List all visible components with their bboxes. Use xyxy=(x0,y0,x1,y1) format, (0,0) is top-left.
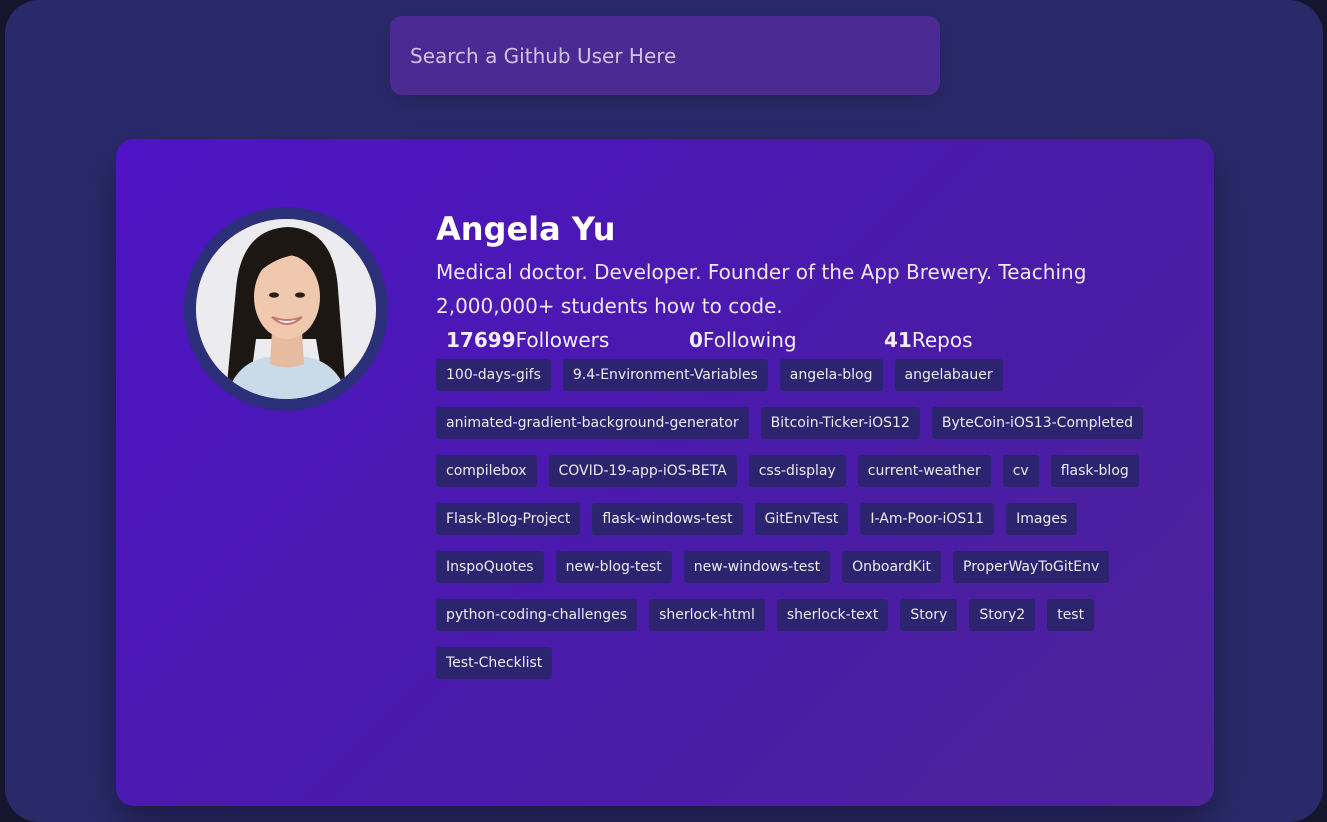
following-stat: 0 Following xyxy=(689,328,884,352)
repos-count: 41 xyxy=(884,328,912,352)
repo-tag[interactable]: cv xyxy=(1002,455,1039,487)
avatar-image xyxy=(196,219,376,399)
repo-tag[interactable]: ProperWayToGitEnv xyxy=(953,551,1110,583)
followers-count: 17699 xyxy=(446,328,516,352)
repo-tag[interactable]: 100-days-gifs xyxy=(436,359,551,391)
repo-tag[interactable]: I-Am-Poor-iOS11 xyxy=(860,503,995,535)
repo-tag[interactable]: InspoQuotes xyxy=(436,551,544,583)
repo-tag[interactable]: angela-blog xyxy=(779,359,883,391)
repo-tag[interactable]: COVID-19-app-iOS-BETA xyxy=(548,455,737,487)
repo-tag[interactable]: 9.4-Environment-Variables xyxy=(562,359,768,391)
repo-tag[interactable]: current-weather xyxy=(857,455,991,487)
profile-card: Angela Yu Medical doctor. Developer. Fou… xyxy=(116,139,1214,806)
repos-label: Repos xyxy=(911,328,973,352)
repo-tag[interactable]: GitEnvTest xyxy=(754,503,849,535)
repo-tag[interactable]: Bitcoin-Ticker-iOS12 xyxy=(760,407,920,439)
repo-tag[interactable]: sherlock-html xyxy=(649,599,765,631)
repo-tag[interactable]: animated-gradient-background-generator xyxy=(436,407,749,439)
repo-tag[interactable]: new-blog-test xyxy=(555,551,672,583)
repo-list: 100-days-gifs 9.4-Environment-Variables an… xyxy=(436,359,1166,679)
repo-tag[interactable]: compilebox xyxy=(436,455,537,487)
search-input[interactable] xyxy=(390,16,940,95)
profile-bio: Medical doctor. Developer. Founder of th… xyxy=(436,260,1087,318)
repo-tag[interactable]: Story2 xyxy=(969,599,1036,631)
profile-info: Angela Yu Medical doctor. Developer. Fou… xyxy=(436,209,1166,679)
followers-stat: 17699 Followers xyxy=(446,328,689,352)
repo-tag[interactable]: sherlock-text xyxy=(776,599,889,631)
app-window: Angela Yu Medical doctor. Developer. Fou… xyxy=(5,0,1323,822)
repo-tag[interactable]: angelabauer xyxy=(894,359,1003,391)
avatar xyxy=(196,219,376,399)
repo-tag[interactable]: flask-blog xyxy=(1050,455,1139,487)
repo-tag[interactable]: new-windows-test xyxy=(683,551,831,583)
repo-tag[interactable]: ByteCoin-iOS13-Completed xyxy=(931,407,1144,439)
following-label: Following xyxy=(702,328,797,352)
repo-tag[interactable]: Flask-Blog-Project xyxy=(436,503,581,535)
followers-label: Followers xyxy=(515,328,610,352)
avatar-ring xyxy=(184,207,388,411)
repo-tag[interactable]: Story xyxy=(900,599,958,631)
repo-tag[interactable]: flask-windows-test xyxy=(592,503,743,535)
repo-tag[interactable]: css-display xyxy=(748,455,846,487)
repo-tag[interactable]: Images xyxy=(1006,503,1078,535)
repos-stat: 41 Repos xyxy=(884,328,973,352)
repo-tag[interactable]: test xyxy=(1047,599,1095,631)
repo-tag[interactable]: python-coding-challenges xyxy=(436,599,638,631)
profile-name: Angela Yu xyxy=(436,210,616,248)
repo-tag[interactable]: Test-Checklist xyxy=(436,647,553,679)
following-count: 0 xyxy=(689,328,703,352)
profile-stats: 17699 Followers 0 Following 41 Repos xyxy=(436,325,1166,355)
repo-tag[interactable]: OnboardKit xyxy=(842,551,941,583)
